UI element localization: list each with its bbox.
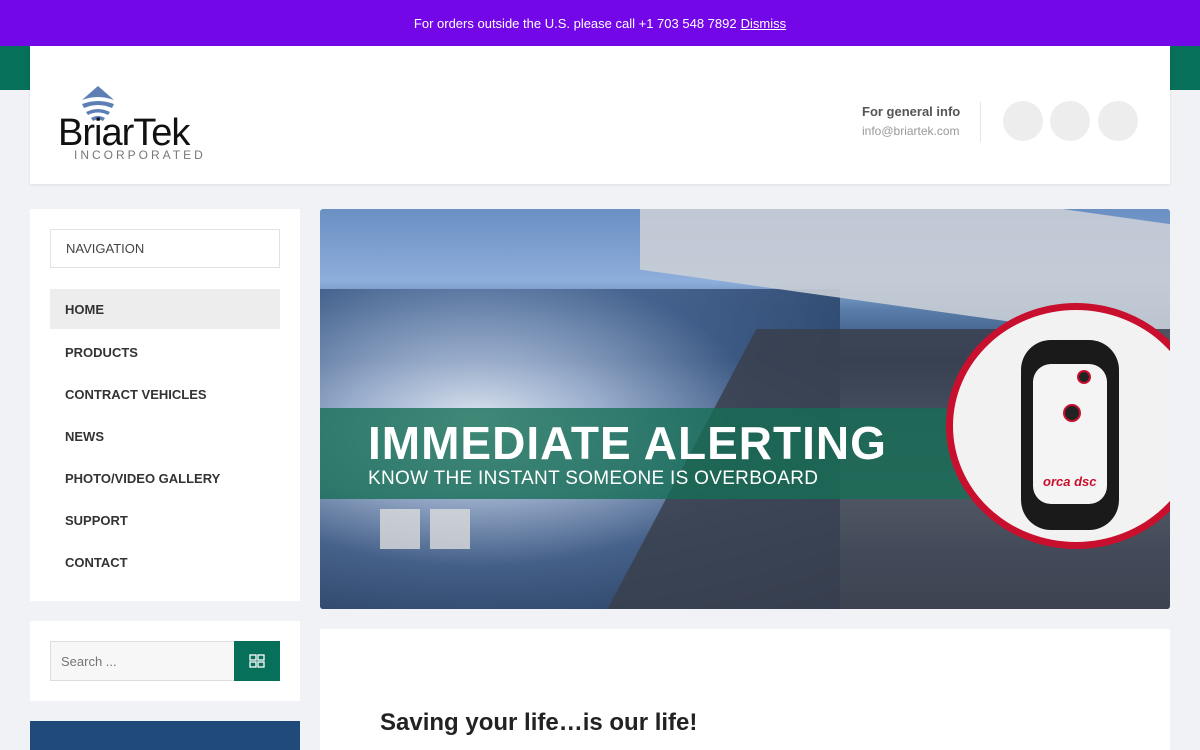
sidebar-promo-block <box>30 721 300 750</box>
nav-item-home[interactable]: HOME <box>50 289 280 329</box>
site-header: BriarTek INCORPORATED For general info i… <box>30 46 1170 184</box>
hero-slider[interactable]: IMMEDIATE ALERTING KNOW THE INSTANT SOME… <box>320 209 1170 609</box>
nav-item-contract-vehicles[interactable]: CONTRACT VEHICLES <box>50 373 280 415</box>
hero-banner: IMMEDIATE ALERTING KNOW THE INSTANT SOME… <box>320 408 1000 499</box>
navigation-toggle[interactable]: NAVIGATION <box>50 229 280 268</box>
dismiss-link[interactable]: Dismiss <box>741 16 787 31</box>
slider-dot-2[interactable] <box>430 509 470 549</box>
notice-bar: For orders outside the U.S. please call … <box>0 0 1200 46</box>
header-divider <box>980 102 981 142</box>
search-button[interactable] <box>234 641 280 681</box>
nav-item-contact[interactable]: CONTACT <box>50 541 280 583</box>
beacon-device: orca dsc <box>1021 340 1119 530</box>
search-widget <box>30 621 300 701</box>
nav-item-news[interactable]: NEWS <box>50 415 280 457</box>
sidebar-navigation: NAVIGATION HOME PRODUCTS CONTRACT VEHICL… <box>30 209 300 601</box>
program-button-icon <box>1077 370 1091 384</box>
main-content: Saving your life…is our life! <box>320 629 1170 750</box>
search-input[interactable] <box>50 641 235 681</box>
test-button-icon <box>1063 404 1081 422</box>
hero-subtitle: KNOW THE INSTANT SOMEONE IS OVERBOARD <box>368 468 819 489</box>
info-title: For general info <box>862 104 961 119</box>
page-heading: Saving your life…is our life! <box>380 709 698 736</box>
social-icon-3[interactable] <box>1098 101 1138 141</box>
social-icon-2[interactable] <box>1050 101 1090 141</box>
hero-title: IMMEDIATE ALERTING <box>368 417 887 469</box>
logo-subtitle: INCORPORATED <box>74 148 206 162</box>
nav-list: HOME PRODUCTS CONTRACT VEHICLES NEWS PHO… <box>50 289 280 583</box>
nav-item-products[interactable]: PRODUCTS <box>50 331 280 373</box>
device-face: orca dsc <box>1033 364 1107 504</box>
logo[interactable]: BriarTek INCORPORATED <box>58 84 203 166</box>
slider-dot-1[interactable] <box>380 509 420 549</box>
general-info: For general info info@briartek.com <box>862 104 960 138</box>
info-email[interactable]: info@briartek.com <box>862 124 960 138</box>
social-icon-1[interactable] <box>1003 101 1043 141</box>
nav-item-support[interactable]: SUPPORT <box>50 499 280 541</box>
device-brand-label: orca dsc <box>1043 474 1097 489</box>
grid-search-icon <box>249 654 265 668</box>
nav-item-gallery[interactable]: PHOTO/VIDEO GALLERY <box>50 457 280 499</box>
notice-text: For orders outside the U.S. please call … <box>413 15 737 31</box>
